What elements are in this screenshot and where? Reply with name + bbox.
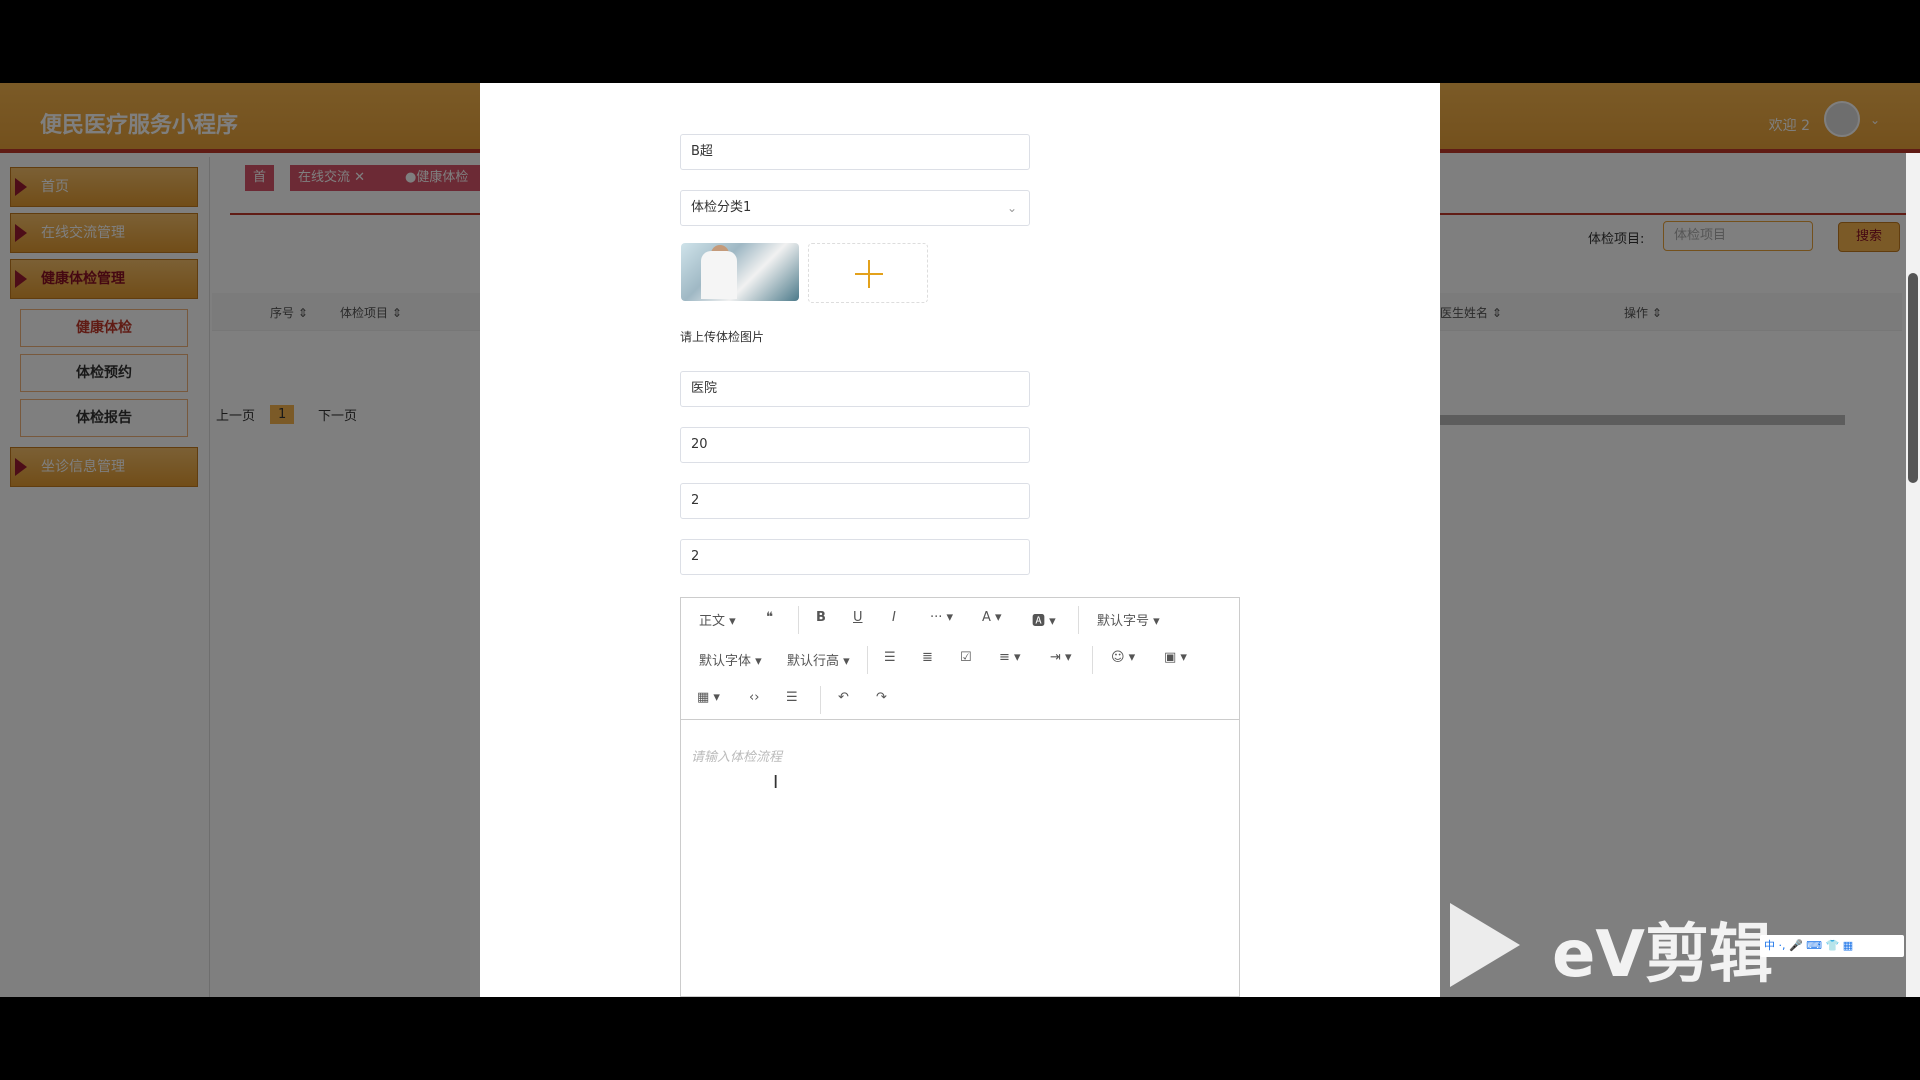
editor-content-area[interactable]: 请输入体检流程: [691, 746, 782, 765]
font-color-icon[interactable]: A ▾: [982, 610, 1002, 625]
image-icon[interactable]: ▣ ▾: [1164, 650, 1187, 665]
watermark-logo: eV剪辑: [1450, 903, 1810, 993]
item-input[interactable]: B超: [680, 134, 1030, 170]
category-select[interactable]: 体检分类1 ⌄: [680, 190, 1030, 226]
plus-icon: [855, 260, 883, 288]
play-icon: [1450, 903, 1520, 987]
text-cursor-icon: I: [773, 772, 779, 793]
toolbar-divider: [1092, 646, 1093, 674]
image-upload-hint: 请上传体检图片: [680, 330, 765, 344]
doctor-body-shape: [701, 251, 737, 299]
undo-icon[interactable]: ↶: [838, 690, 849, 705]
doctor-account-input[interactable]: 2: [680, 483, 1030, 519]
quote-icon[interactable]: ❝: [766, 610, 773, 625]
code-icon[interactable]: ‹›: [749, 690, 759, 705]
divider-line-icon[interactable]: ☰: [786, 690, 798, 705]
more-styles-icon[interactable]: ··· ▾: [930, 610, 953, 625]
underline-icon[interactable]: U: [853, 610, 863, 625]
rich-text-editor: 正文 ▾ ❝ B U I ··· ▾ A ▾ 🅰 ▾ 默认字号 ▾ 默认字体 ▾…: [680, 597, 1240, 997]
font-size-dropdown[interactable]: 默认字号 ▾: [1097, 610, 1160, 629]
image-upload-button[interactable]: [808, 243, 928, 303]
watermark-text: eV剪辑: [1552, 918, 1773, 992]
chevron-down-icon: ⌄: [1006, 201, 1017, 215]
checklist-icon[interactable]: ☑: [960, 650, 972, 665]
bullet-list-icon[interactable]: ☰: [884, 650, 896, 665]
fee-input[interactable]: 20: [680, 427, 1030, 463]
input-method-tray[interactable]: 中 ·, 🎤 ⌨ 👕 ▦: [1760, 935, 1904, 957]
numbered-list-icon[interactable]: ≣: [922, 650, 933, 665]
font-family-dropdown[interactable]: 默认字体 ▾: [699, 650, 762, 669]
toolbar-divider: [867, 646, 868, 674]
checkup-image-thumbnail[interactable]: [681, 243, 799, 301]
scrollbar-thumb[interactable]: [1908, 273, 1918, 483]
emoji-icon[interactable]: ☺ ▾: [1111, 650, 1135, 665]
toolbar-divider: [820, 686, 821, 714]
screen: 便民医疗服务小程序 欢迎 2 ⌄ 首页 在线交流管理 健康体检管理 健康体检 体…: [0, 83, 1920, 997]
doctor-name-input[interactable]: 2: [680, 539, 1030, 575]
align-icon[interactable]: ≡ ▾: [999, 650, 1021, 665]
editor-toolbar: 正文 ▾ ❝ B U I ··· ▾ A ▾ 🅰 ▾ 默认字号 ▾ 默认字体 ▾…: [681, 598, 1239, 720]
italic-icon[interactable]: I: [892, 610, 896, 625]
paragraph-format-dropdown[interactable]: 正文 ▾: [699, 610, 736, 629]
toolbar-divider: [1078, 606, 1079, 634]
bold-icon[interactable]: B: [816, 610, 826, 625]
vertical-scrollbar[interactable]: [1906, 153, 1920, 997]
line-height-dropdown[interactable]: 默认行高 ▾: [787, 650, 850, 669]
indent-icon[interactable]: ⇥ ▾: [1050, 650, 1072, 665]
toolbar-divider: [798, 606, 799, 634]
edit-dialog: 体检项目 B超 体检分类 体检分类1 ⌄ 体检图片 请上传体检图片 体检地点 医…: [480, 83, 1440, 997]
redo-icon[interactable]: ↷: [876, 690, 887, 705]
table-icon[interactable]: ▦ ▾: [697, 690, 720, 705]
background-color-icon[interactable]: 🅰 ▾: [1032, 610, 1056, 629]
location-input[interactable]: 医院: [680, 371, 1030, 407]
